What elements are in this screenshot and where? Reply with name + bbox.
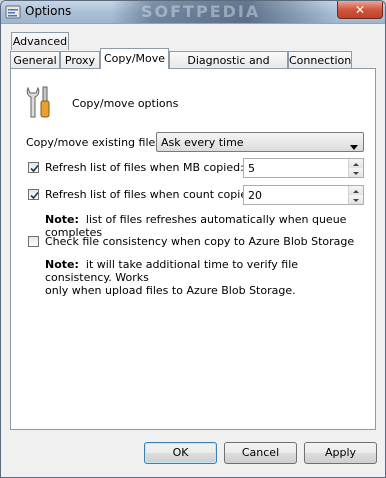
tab-advanced[interactable]: Advanced [11, 32, 69, 50]
cancel-button[interactable]: Cancel [224, 442, 297, 464]
app-icon [5, 4, 21, 23]
ok-button[interactable]: OK [144, 442, 217, 464]
existing-files-dropdown[interactable]: Ask every time [156, 132, 364, 152]
tab-diagnostic-and-logging[interactable]: Diagnostic and logging [169, 51, 288, 84]
wrench-screwdriver-icon [25, 85, 53, 122]
watermark-text: SOFTPEDIA [141, 2, 261, 21]
window-title: Options [25, 4, 72, 18]
spin-up-button[interactable] [349, 186, 363, 195]
spin-down-button[interactable] [349, 168, 363, 177]
spin-up-button[interactable] [349, 159, 363, 168]
checkmark-icon [30, 191, 39, 200]
options-window: SOFTPEDIA Options ✕ Advanced General Pro… [0, 0, 386, 478]
consistency-checkbox[interactable] [28, 236, 39, 247]
refresh-count-checkbox[interactable] [28, 189, 39, 200]
existing-files-label: Copy/move existing files: [26, 136, 165, 149]
tab-connection[interactable]: Connection [288, 51, 352, 69]
chevron-down-icon [350, 140, 358, 153]
existing-files-value: Ask every time [161, 136, 244, 149]
title-bar[interactable]: SOFTPEDIA Options ✕ [1, 1, 385, 24]
refresh-mb-label: Refresh list of files when MB copied: [45, 161, 244, 174]
refresh-count-value: 20 [248, 189, 262, 202]
tab-general[interactable]: General [10, 51, 60, 69]
consistency-note: Note: it will take additional time to ve… [45, 258, 299, 297]
close-icon: ✕ [354, 2, 366, 17]
apply-button[interactable]: Apply [304, 442, 377, 464]
caret-down-icon [353, 172, 359, 175]
consistency-label: Check file consistency when copy to Azur… [45, 235, 355, 248]
copy-move-panel: Copy/move options Copy/move existing fil… [10, 68, 376, 430]
refresh-mb-stepper[interactable]: 5 [243, 158, 364, 178]
caret-down-icon [353, 199, 359, 202]
checkmark-icon [30, 164, 39, 173]
spin-down-button[interactable] [349, 195, 363, 204]
refresh-count-label: Refresh list of files when count copied: [45, 188, 258, 201]
close-button[interactable]: ✕ [337, 1, 383, 19]
refresh-mb-value: 5 [248, 162, 255, 175]
refresh-mb-checkbox[interactable] [28, 162, 39, 173]
panel-header: Copy/move options [72, 97, 179, 110]
refresh-count-stepper[interactable]: 20 [243, 185, 364, 205]
tab-copy-move[interactable]: Copy/Move [100, 48, 169, 69]
tab-proxy[interactable]: Proxy [60, 51, 100, 69]
